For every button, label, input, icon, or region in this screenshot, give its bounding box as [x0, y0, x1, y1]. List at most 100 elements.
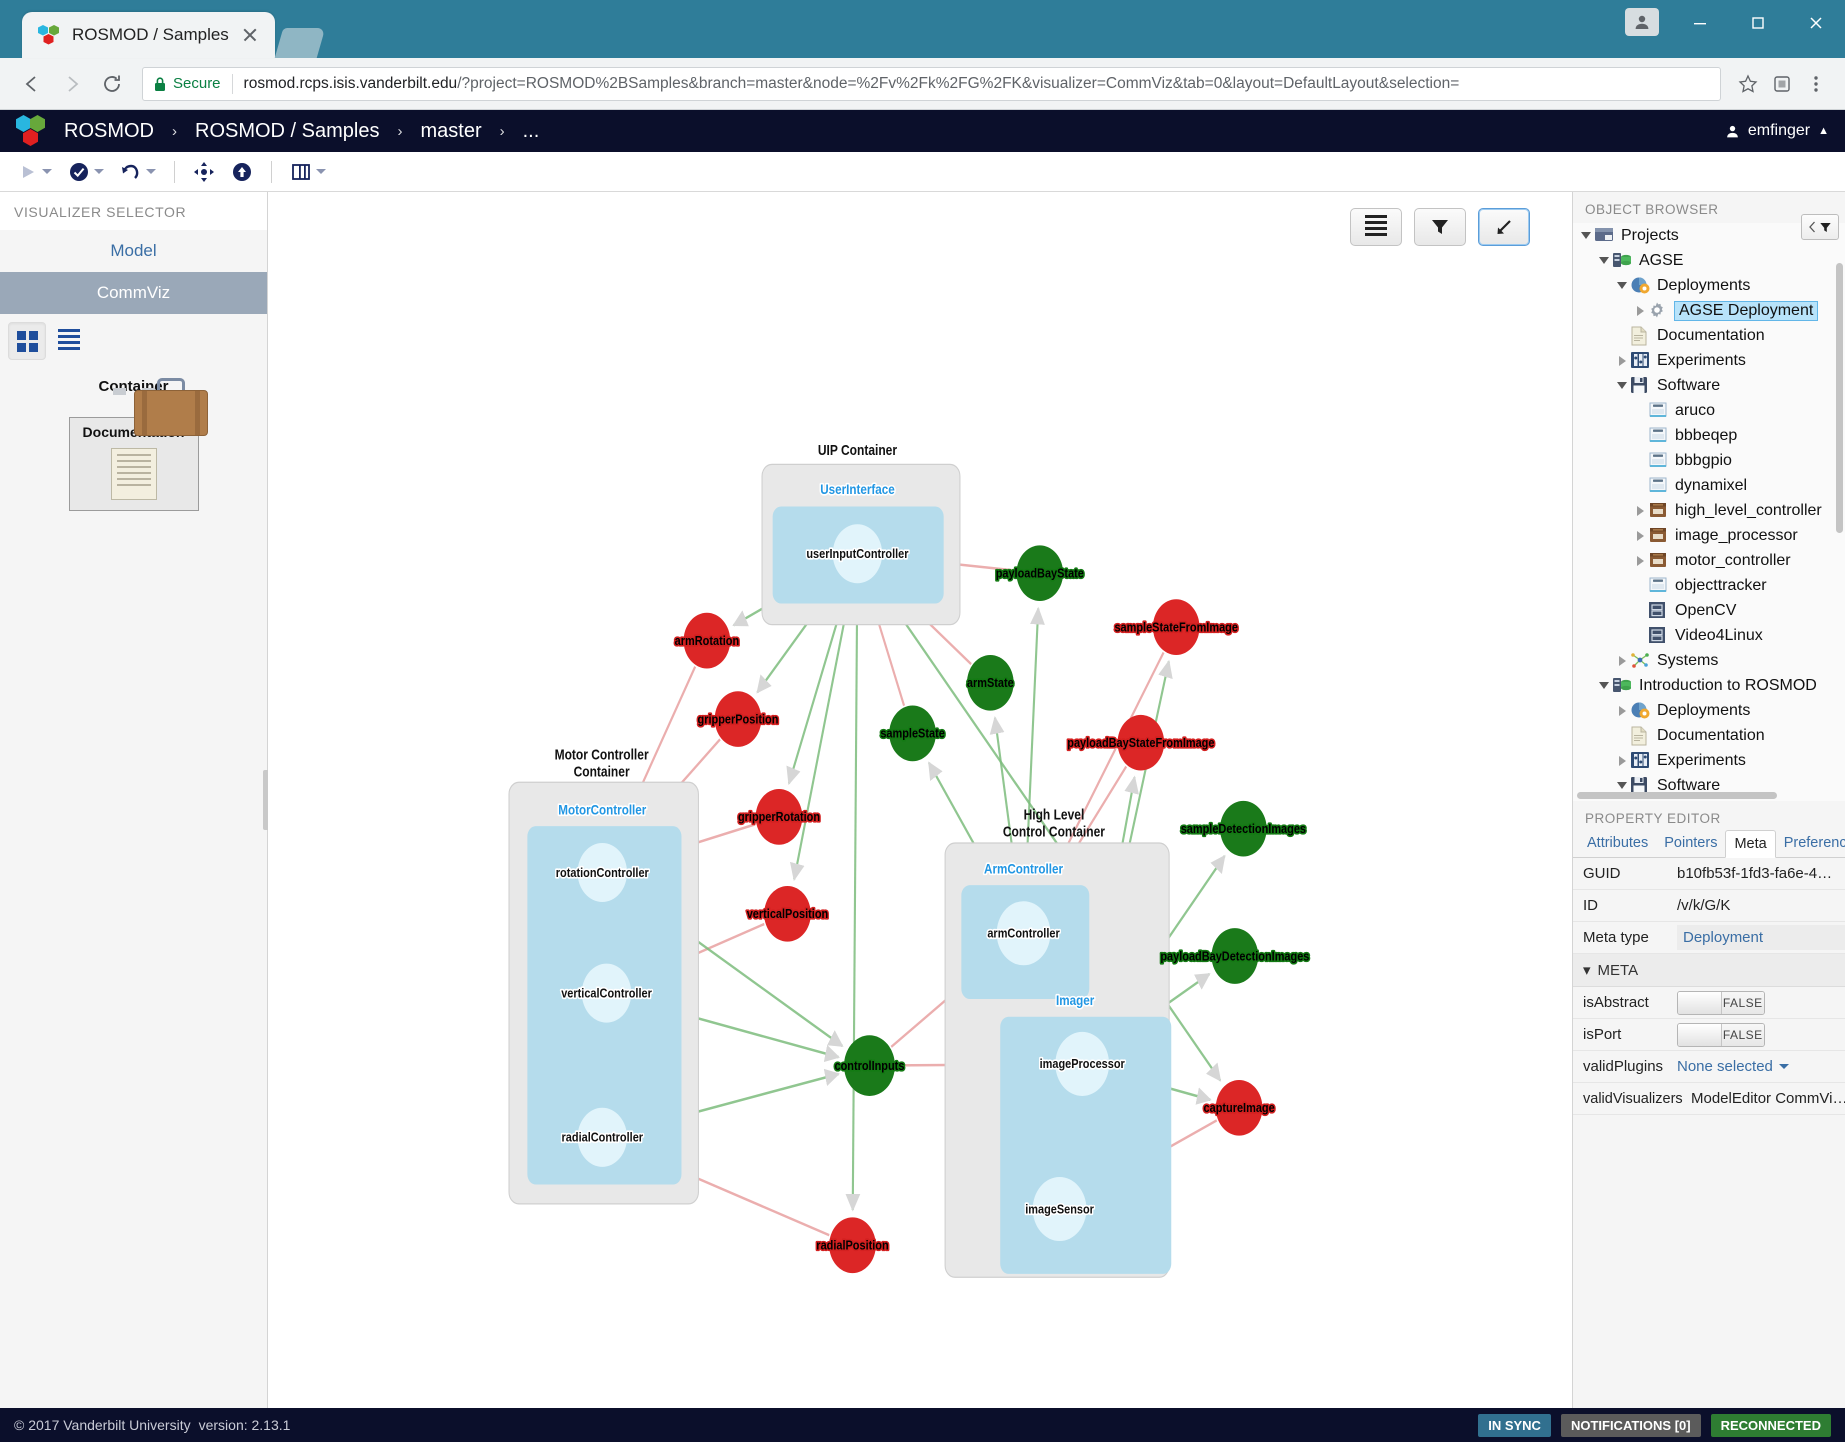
expand-triangle-closed-icon[interactable] [1615, 355, 1629, 366]
tree-item-image-processor[interactable]: image_processor [1573, 523, 1845, 548]
isabstract-toggle[interactable]: FALSE [1677, 990, 1765, 1015]
move-button[interactable] [187, 157, 221, 187]
kebab-menu-icon[interactable] [1801, 69, 1831, 99]
diagram-node-armState[interactable]: armState [965, 654, 1016, 711]
breadcrumb-brand[interactable]: ROSMOD [64, 120, 154, 143]
filter-button[interactable] [1414, 208, 1466, 246]
grid-view-tab[interactable] [8, 322, 46, 360]
diagram-node-payloadBayState[interactable]: payloadBayState [994, 545, 1086, 601]
status-badge-notifications[interactable]: NOTIFICATIONS [0] [1560, 1413, 1701, 1437]
tree-horizontal-scrollbar[interactable] [1577, 792, 1777, 799]
property-row-metatype[interactable]: Meta type Deployment [1573, 922, 1845, 954]
run-plugin-button[interactable] [12, 158, 58, 186]
tree-item-documentation[interactable]: Documentation [1573, 323, 1845, 348]
tree-item-motor-controller[interactable]: motor_controller [1573, 548, 1845, 573]
layout-button[interactable] [284, 157, 332, 187]
expand-triangle-closed-icon[interactable] [1615, 755, 1629, 766]
tab-attributes[interactable]: Attributes [1579, 830, 1656, 857]
diagram-node-sampleDetectionImages[interactable]: sampleDetectionImages [1179, 800, 1308, 857]
breadcrumb-branch[interactable]: master [420, 120, 481, 143]
tree-item-systems[interactable]: Systems [1573, 648, 1845, 673]
minimize-icon[interactable] [1671, 0, 1729, 46]
expand-triangle-open-icon[interactable] [1579, 232, 1593, 239]
object-browser-tree[interactable]: Projects AGSE Deployments AGSE Deployment Do… [1573, 223, 1845, 801]
diagram-node-radialPosition[interactable]: radialPosition [815, 1217, 890, 1274]
expand-triangle-open-icon[interactable] [1597, 682, 1611, 689]
tab-meta[interactable]: Meta [1725, 830, 1776, 858]
close-icon[interactable] [239, 24, 261, 46]
tree-item-bbbgpio[interactable]: bbbgpio [1573, 448, 1845, 473]
status-bar: © 2017 Vanderbilt University version: 2.… [0, 1408, 1845, 1442]
palette-item-container[interactable]: Container [0, 378, 267, 436]
resize-button[interactable] [1478, 208, 1530, 246]
diagram-node-gripperPosition[interactable]: gripperPosition [696, 691, 780, 747]
tree-item-introduction-to-rosmod[interactable]: Introduction to ROSMOD [1573, 673, 1845, 698]
tree-item-aruco[interactable]: aruco [1573, 398, 1845, 423]
expand-triangle-closed-icon[interactable] [1633, 530, 1647, 541]
browser-tab[interactable]: ROSMOD / Samples [22, 12, 275, 58]
expand-triangle-open-icon[interactable] [1615, 282, 1629, 289]
user-menu[interactable]: emfinger ▲ [1725, 122, 1829, 140]
diagram-node-captureImage[interactable]: captureImage [1202, 1079, 1277, 1136]
tab-preferences[interactable]: Preferences [1776, 830, 1845, 857]
validate-button[interactable] [62, 157, 110, 187]
tree-vertical-scrollbar[interactable] [1836, 263, 1843, 533]
isport-toggle[interactable]: FALSE [1677, 1022, 1765, 1047]
tree-item-agse-deployment[interactable]: AGSE Deployment [1573, 298, 1845, 323]
expand-triangle-open-icon[interactable] [1615, 782, 1629, 789]
validplugins-dropdown[interactable]: None selected [1677, 1058, 1789, 1075]
list-view-tab[interactable] [50, 322, 88, 360]
diagram-node-sampleStateFromImage[interactable]: sampleStateFromImage [1113, 599, 1240, 655]
reload-icon[interactable] [94, 66, 130, 102]
undo-button[interactable] [114, 157, 162, 187]
commviz-canvas[interactable]: UIP Container Motor Controller Container Hi… [268, 192, 1573, 1408]
tab-pointers[interactable]: Pointers [1656, 830, 1725, 857]
diagram-node-armRotation[interactable]: armRotation [673, 612, 741, 669]
diagram-node-verticalPosition[interactable]: verticalPosition [745, 886, 830, 942]
tree-item-documentation[interactable]: Documentation [1573, 723, 1845, 748]
tree-item-high-level-controller[interactable]: high_level_controller [1573, 498, 1845, 523]
tree-item-deployments[interactable]: Deployments [1573, 273, 1845, 298]
commviz-graph[interactable]: UIP Container Motor ControllerContainer Hi… [268, 192, 1572, 1408]
maximize-icon[interactable] [1729, 0, 1787, 46]
expand-triangle-closed-icon[interactable] [1615, 705, 1629, 716]
new-tab-button[interactable] [274, 28, 326, 58]
tree-item-experiments[interactable]: Experiments [1573, 348, 1845, 373]
expand-triangle-closed-icon[interactable] [1633, 305, 1647, 316]
visualizer-model[interactable]: Model [0, 230, 267, 272]
breadcrumb-project[interactable]: ROSMOD / Samples [195, 120, 379, 143]
tree-item-deployments[interactable]: Deployments [1573, 698, 1845, 723]
back-arrow-icon[interactable] [14, 66, 50, 102]
breadcrumb-more[interactable]: ... [523, 120, 540, 143]
expand-triangle-closed-icon[interactable] [1633, 505, 1647, 516]
extension-icon[interactable] [1767, 69, 1797, 99]
diagram-node-sampleState[interactable]: sampleState [879, 705, 947, 762]
upload-button[interactable] [225, 157, 259, 187]
visualizer-commviz[interactable]: CommViz [0, 272, 267, 314]
tree-item-video4linux[interactable]: Video4Linux [1573, 623, 1845, 648]
expand-triangle-open-icon[interactable] [1615, 382, 1629, 389]
status-badge-sync[interactable]: IN SYNC [1478, 1413, 1551, 1437]
tree-item-agse[interactable]: AGSE [1573, 248, 1845, 273]
diagram-node-payloadBayStateFromImage[interactable]: payloadBayStateFromImage [1066, 714, 1216, 771]
bookmark-star-icon[interactable] [1733, 69, 1763, 99]
profile-icon[interactable] [1625, 8, 1659, 36]
tree-item-bbbeqep[interactable]: bbbeqep [1573, 423, 1845, 448]
object-browser-filter-button[interactable] [1801, 214, 1839, 240]
menu-button[interactable] [1350, 208, 1402, 246]
expand-triangle-closed-icon[interactable] [1633, 555, 1647, 566]
meta-section-header[interactable]: ▾ META [1573, 954, 1845, 987]
tree-item-objecttracker[interactable]: objecttracker [1573, 573, 1845, 598]
window-close-icon[interactable] [1787, 0, 1845, 46]
address-bar[interactable]: Secure rosmod.rcps.isis.vanderbilt.edu/?… [142, 66, 1721, 101]
diagram-node-payloadBayDetectionImages[interactable]: payloadBayDetectionImages [1159, 928, 1311, 984]
expand-triangle-closed-icon[interactable] [1615, 655, 1629, 666]
tree-item-dynamixel[interactable]: dynamixel [1573, 473, 1845, 498]
property-value[interactable]: Deployment [1677, 925, 1845, 950]
diagram-node-gripperRotation[interactable]: gripperRotation [736, 789, 822, 845]
tree-item-experiments[interactable]: Experiments [1573, 748, 1845, 773]
status-badge-connection[interactable]: RECONNECTED [1710, 1413, 1831, 1437]
tree-item-software[interactable]: Software [1573, 373, 1845, 398]
expand-triangle-open-icon[interactable] [1597, 257, 1611, 264]
tree-item-opencv[interactable]: OpenCV [1573, 598, 1845, 623]
